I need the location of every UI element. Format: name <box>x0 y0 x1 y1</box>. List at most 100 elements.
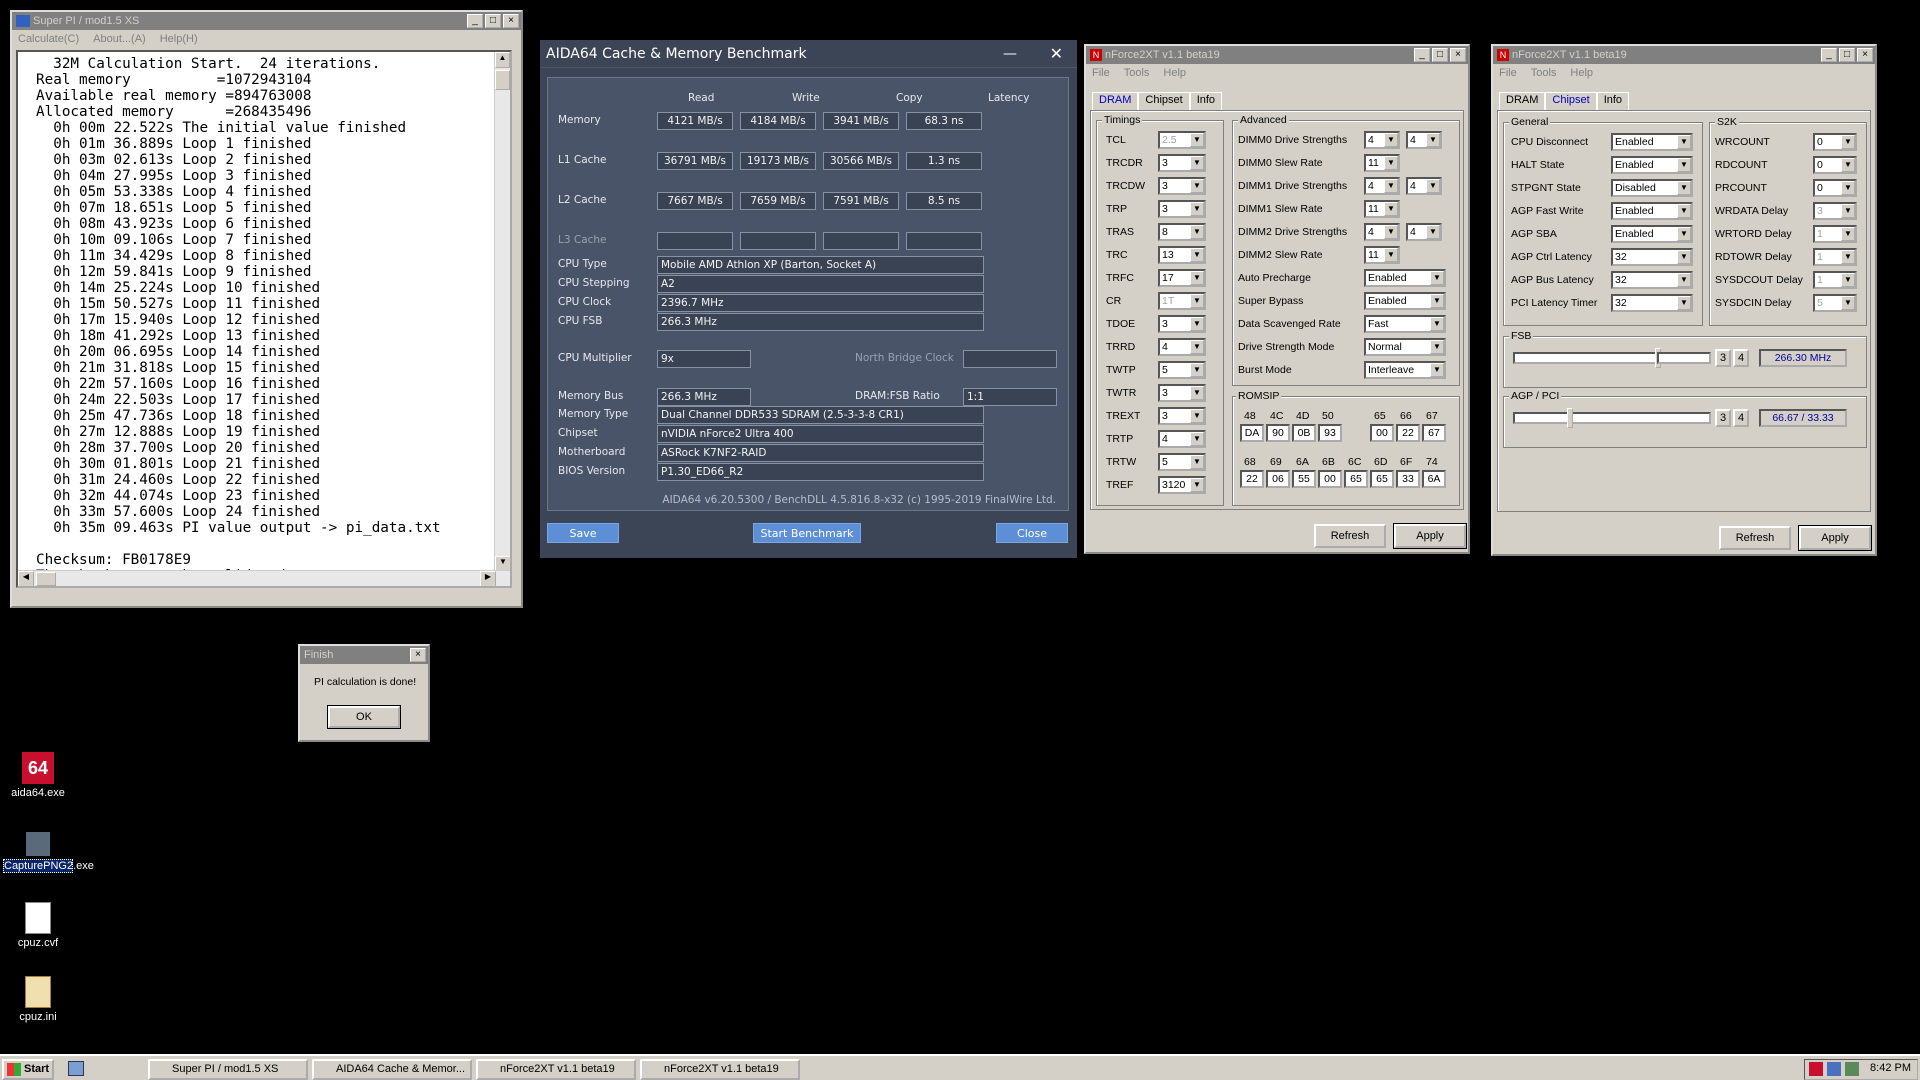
save-button[interactable]: Save <box>547 523 619 543</box>
close-button[interactable]: × <box>503 14 519 28</box>
timing-select-cr[interactable]: 1T ▼ <box>1158 292 1206 310</box>
advanced-select-2[interactable]: 4 ▼ <box>1406 223 1442 241</box>
general-select[interactable]: Enabled ▼ <box>1611 156 1693 174</box>
s2k-select[interactable]: 1 ▼ <box>1813 271 1857 289</box>
romsip-value[interactable]: 06 <box>1266 470 1290 488</box>
menu-file[interactable]: File <box>1499 64 1517 82</box>
tab-info[interactable]: Info <box>1189 92 1223 110</box>
nforce-titlebar[interactable]: NnForce2XT v1.1 beta19 _ □ × <box>1086 46 1468 64</box>
fsb-step-4-button[interactable]: 4 <box>1733 349 1749 367</box>
advanced-select[interactable]: Normal ▼ <box>1364 338 1446 356</box>
desktop-icon-aida64[interactable]: 64 aida64.exe <box>0 752 76 799</box>
nforce-titlebar[interactable]: NnForce2XT v1.1 beta19 _ □ × <box>1493 46 1875 64</box>
advanced-select[interactable]: 11 ▼ <box>1364 200 1400 218</box>
romsip-value[interactable]: 6A <box>1422 470 1446 488</box>
hscroll-thumb[interactable] <box>36 572 56 586</box>
agp-step-3-button[interactable]: 3 <box>1715 409 1731 427</box>
advanced-select[interactable]: 4 ▼ <box>1364 223 1400 241</box>
start-benchmark-button[interactable]: Start Benchmark <box>753 523 861 543</box>
timing-select-trcdr[interactable]: 3 ▼ <box>1158 154 1206 172</box>
apply-button[interactable]: Apply <box>1798 525 1872 551</box>
close-dialog-button[interactable]: Close <box>996 523 1068 543</box>
menu-about[interactable]: About...(A) <box>93 30 146 48</box>
menu-help[interactable]: Help(H) <box>160 30 198 48</box>
minimize-button[interactable]: — <box>1003 40 1017 68</box>
s2k-select[interactable]: 0 ▼ <box>1813 179 1857 197</box>
superpi-output[interactable]: 32M Calculation Start. 24 iterations. Re… <box>16 50 512 588</box>
tab-dram[interactable]: DRAM <box>1499 92 1546 110</box>
s2k-select[interactable]: 1 ▼ <box>1813 225 1857 243</box>
romsip-value[interactable]: 90 <box>1266 424 1290 442</box>
menu-help[interactable]: Help <box>1570 64 1593 82</box>
start-button[interactable]: Start <box>2 1059 54 1080</box>
fsb-slider-secondary[interactable] <box>1657 352 1711 364</box>
romsip-value[interactable]: 0B <box>1292 424 1316 442</box>
menu-calculate[interactable]: Calculate(C) <box>18 30 79 48</box>
advanced-select-2[interactable]: 4 ▼ <box>1406 131 1442 149</box>
advanced-select-2[interactable]: 4 ▼ <box>1406 177 1442 195</box>
desktop-icon-cpuz-ini[interactable]: cpuz.ini <box>0 976 76 1023</box>
romsip-value[interactable]: 22 <box>1396 424 1420 442</box>
desktop-icon-capturepng[interactable]: CapturePNG2.exe <box>0 832 94 873</box>
s2k-select[interactable]: 0 ▼ <box>1813 156 1857 174</box>
tray-aida64-icon[interactable] <box>1809 1062 1823 1076</box>
timing-select-trext[interactable]: 3 ▼ <box>1158 407 1206 425</box>
apply-button[interactable]: Apply <box>1393 523 1467 549</box>
menu-file[interactable]: File <box>1092 64 1110 82</box>
menu-help[interactable]: Help <box>1163 64 1186 82</box>
timing-select-trrd[interactable]: 4 ▼ <box>1158 338 1206 356</box>
advanced-select[interactable]: 11 ▼ <box>1364 246 1400 264</box>
scrollbar-thumb[interactable] <box>495 70 510 90</box>
s2k-select[interactable]: 3 ▼ <box>1813 202 1857 220</box>
general-select[interactable]: 32 ▼ <box>1611 271 1693 289</box>
close-button[interactable]: × <box>1857 48 1873 62</box>
romsip-value[interactable]: 00 <box>1318 470 1342 488</box>
minimize-button[interactable]: _ <box>1414 48 1430 62</box>
general-select[interactable]: 32 ▼ <box>1611 248 1693 266</box>
tab-info[interactable]: Info <box>1596 92 1630 110</box>
aida64-titlebar[interactable]: AIDA64 Cache & Memory Benchmark — ✕ <box>540 40 1077 68</box>
ok-button[interactable]: OK <box>327 705 401 729</box>
s2k-select[interactable]: 5 ▼ <box>1813 294 1857 312</box>
tray-clock[interactable]: 8:42 PM <box>1870 1062 1911 1074</box>
close-button[interactable]: × <box>410 648 426 662</box>
menu-tools[interactable]: Tools <box>1531 64 1557 82</box>
romsip-value[interactable]: 67 <box>1422 424 1446 442</box>
timing-select-twtr[interactable]: 3 ▼ <box>1158 384 1206 402</box>
s2k-select[interactable]: 1 ▼ <box>1813 248 1857 266</box>
agp-slider[interactable] <box>1513 412 1711 424</box>
advanced-select[interactable]: Enabled ▼ <box>1364 292 1446 310</box>
advanced-select[interactable]: 4 ▼ <box>1364 177 1400 195</box>
close-button[interactable]: × <box>1450 48 1466 62</box>
s2k-select[interactable]: 0 ▼ <box>1813 133 1857 151</box>
timing-select-trp[interactable]: 3 ▼ <box>1158 200 1206 218</box>
romsip-value[interactable]: 65 <box>1344 470 1368 488</box>
timing-select-trtw[interactable]: 5 ▼ <box>1158 453 1206 471</box>
advanced-select[interactable]: Interleave ▼ <box>1364 361 1446 379</box>
agp-slider-thumb[interactable] <box>1567 408 1573 428</box>
menu-tools[interactable]: Tools <box>1124 64 1150 82</box>
agp-step-4-button[interactable]: 4 <box>1733 409 1749 427</box>
romsip-value[interactable]: 55 <box>1292 470 1316 488</box>
close-button[interactable]: ✕ <box>1050 40 1063 68</box>
tab-dram[interactable]: DRAM <box>1092 92 1139 110</box>
general-select[interactable]: Enabled ▼ <box>1611 133 1693 151</box>
romsip-value[interactable]: 22 <box>1240 470 1264 488</box>
tab-chipset[interactable]: Chipset <box>1545 92 1597 110</box>
taskbar-item-superpi[interactable]: Super PI / mod1.5 XS <box>148 1059 308 1080</box>
advanced-select[interactable]: 11 ▼ <box>1364 154 1400 172</box>
maximize-button[interactable]: □ <box>1839 48 1855 62</box>
romsip-value[interactable]: 00 <box>1370 424 1394 442</box>
timing-select-trc[interactable]: 13 ▼ <box>1158 246 1206 264</box>
romsip-value[interactable]: DA <box>1240 424 1264 442</box>
maximize-button[interactable]: □ <box>485 14 501 28</box>
quick-launch-desktop-icon[interactable] <box>68 1061 84 1076</box>
minimize-button[interactable]: _ <box>1821 48 1837 62</box>
romsip-value[interactable]: 65 <box>1370 470 1394 488</box>
tab-chipset[interactable]: Chipset <box>1138 92 1190 110</box>
timing-select-tdoe[interactable]: 3 ▼ <box>1158 315 1206 333</box>
timing-select-trtp[interactable]: 4 ▼ <box>1158 430 1206 448</box>
advanced-select[interactable]: Enabled ▼ <box>1364 269 1446 287</box>
general-select[interactable]: 32 ▼ <box>1611 294 1693 312</box>
romsip-value[interactable]: 93 <box>1318 424 1342 442</box>
